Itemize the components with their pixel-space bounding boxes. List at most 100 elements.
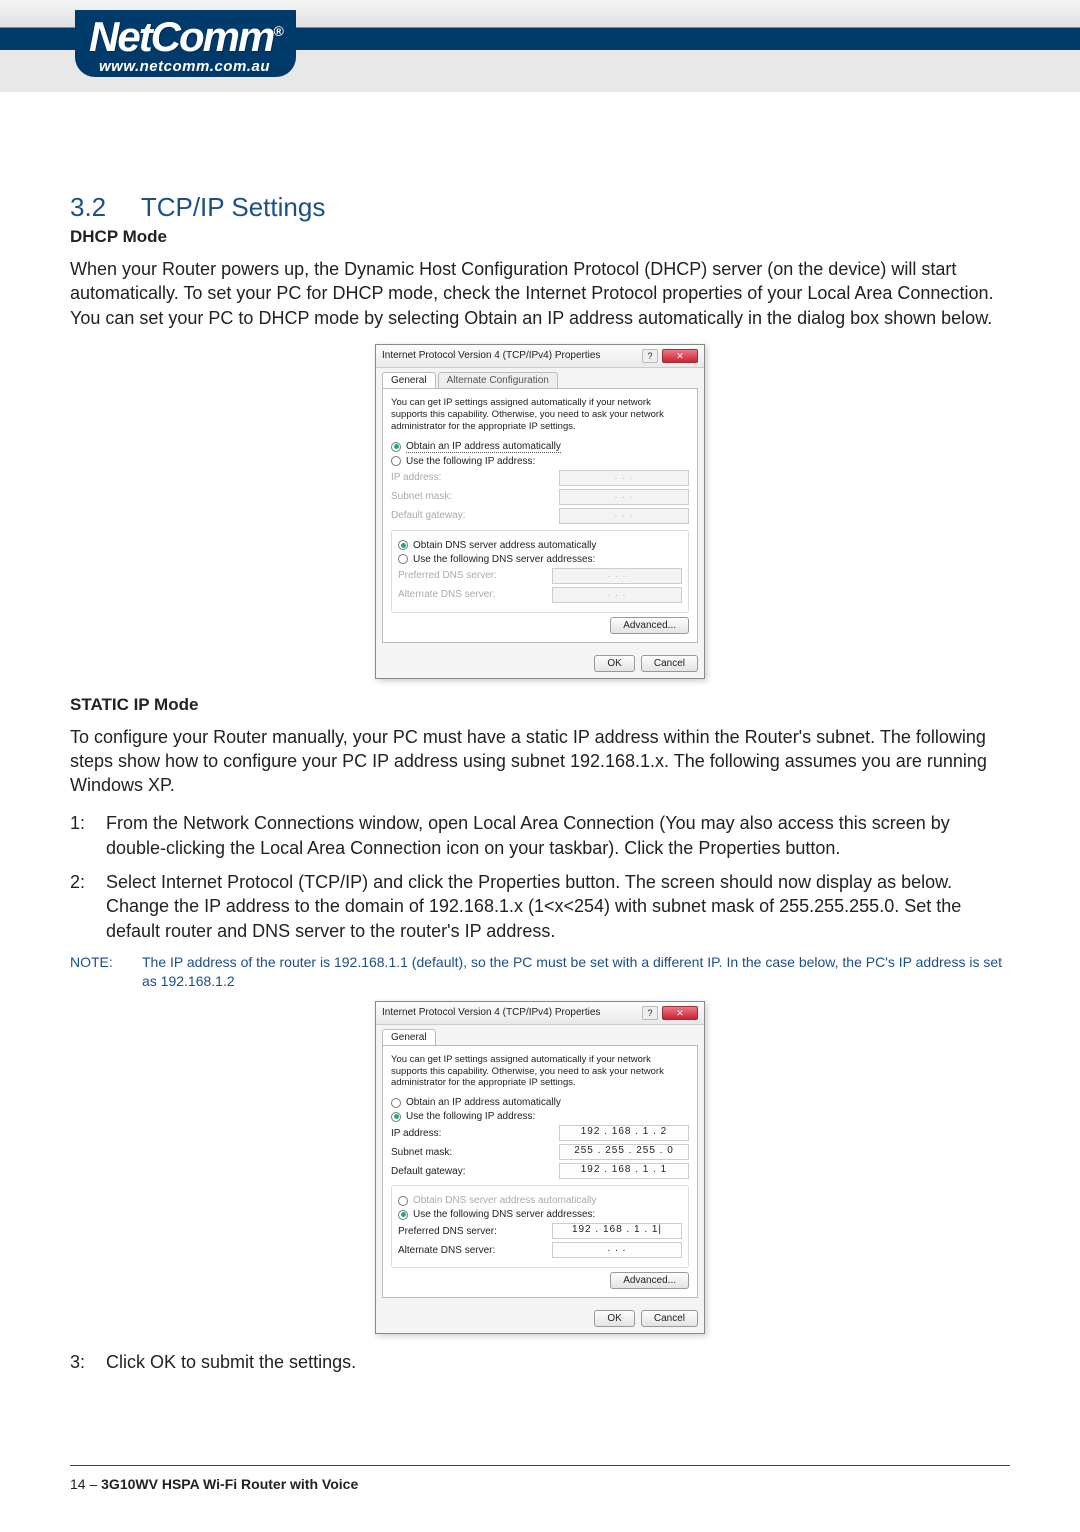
section-number: 3.2 xyxy=(70,192,106,222)
help-icon[interactable]: ? xyxy=(642,1006,658,1020)
radio-obtain-ip[interactable]: Obtain an IP address automatically xyxy=(391,441,689,453)
radio-label: Use the following DNS server addresses: xyxy=(413,1209,595,1220)
step-number: 1: xyxy=(70,811,106,860)
page-content: 3.2 TCP/IP Settings DHCP Mode When your … xyxy=(0,92,1080,1375)
note-label: NOTE: xyxy=(70,953,142,991)
registered-icon: ® xyxy=(273,23,281,39)
radio-label: Obtain DNS server address automatically xyxy=(413,1195,596,1206)
dialog-tabs: General Alternate Configuration xyxy=(376,368,704,388)
pref-dns-input[interactable]: 192 . 168 . 1 . 1| xyxy=(552,1223,682,1239)
radio-icon xyxy=(391,1098,401,1108)
dialog-buttons: OK Cancel xyxy=(376,1304,704,1333)
pref-dns-label: Preferred DNS server: xyxy=(398,1226,497,1237)
steps-list: 1: From the Network Connections window, … xyxy=(70,811,1010,942)
radio-label: Obtain an IP address automatically xyxy=(406,1097,561,1108)
tab-general[interactable]: General xyxy=(382,372,436,388)
gateway-label: Default gateway: xyxy=(391,510,466,521)
cancel-button[interactable]: Cancel xyxy=(641,655,698,672)
radio-label: Use the following IP address: xyxy=(406,456,535,467)
step-number: 2: xyxy=(70,870,106,943)
tcpip-dialog-static: Internet Protocol Version 4 (TCP/IPv4) P… xyxy=(375,1001,705,1335)
dhcp-body: When your Router powers up, the Dynamic … xyxy=(70,257,1010,330)
dialog-buttons: OK Cancel xyxy=(376,649,704,678)
dialog-titlebar: Internet Protocol Version 4 (TCP/IPv4) P… xyxy=(376,1002,704,1025)
radio-obtain-ip[interactable]: Obtain an IP address automatically xyxy=(391,1097,689,1108)
radio-label: Use the following IP address: xyxy=(406,1111,535,1122)
advanced-button[interactable]: Advanced... xyxy=(610,617,689,634)
close-icon[interactable]: ✕ xyxy=(662,349,698,363)
dialog-titlebar: Internet Protocol Version 4 (TCP/IPv4) P… xyxy=(376,345,704,368)
brand-name: NetComm® xyxy=(89,16,282,58)
radio-use-dns[interactable]: Use the following DNS server addresses: xyxy=(398,554,682,565)
radio-label: Obtain DNS server address automatically xyxy=(413,540,596,551)
step-2: 2: Select Internet Protocol (TCP/IP) and… xyxy=(70,870,1010,943)
dhcp-dialog-image: Internet Protocol Version 4 (TCP/IPv4) P… xyxy=(375,344,705,679)
tab-alternate[interactable]: Alternate Configuration xyxy=(438,372,558,388)
ok-button[interactable]: OK xyxy=(594,655,634,672)
section-title: TCP/IP Settings xyxy=(141,192,326,222)
page-header: NetComm® www.netcomm.com.au xyxy=(0,0,1080,92)
dialog-help-text: You can get IP settings assigned automat… xyxy=(391,1054,689,1090)
ok-button[interactable]: OK xyxy=(594,1310,634,1327)
radio-use-dns[interactable]: Use the following DNS server addresses: xyxy=(398,1209,682,1220)
dialog-tabs: General xyxy=(376,1025,704,1045)
dialog-body: You can get IP settings assigned automat… xyxy=(382,388,698,643)
radio-icon xyxy=(391,1112,401,1122)
steps-list-2: 3: Click OK to submit the settings. xyxy=(70,1350,1010,1374)
radio-label: Obtain an IP address automatically xyxy=(406,441,561,453)
gateway-label: Default gateway: xyxy=(391,1166,466,1177)
radio-use-ip[interactable]: Use the following IP address: xyxy=(391,1111,689,1122)
radio-icon xyxy=(398,1210,408,1220)
dialog-body: You can get IP settings assigned automat… xyxy=(382,1045,698,1299)
dhcp-heading: DHCP Mode xyxy=(70,227,1010,247)
dialog-title: Internet Protocol Version 4 (TCP/IPv4) P… xyxy=(382,350,600,361)
radio-icon xyxy=(391,442,401,452)
radio-label: Use the following DNS server addresses: xyxy=(413,554,595,565)
radio-icon xyxy=(398,554,408,564)
ip-input[interactable]: 192 . 168 . 1 . 2 xyxy=(559,1125,689,1141)
ip-label: IP address: xyxy=(391,1128,441,1139)
cancel-button[interactable]: Cancel xyxy=(641,1310,698,1327)
step-3: 3: Click OK to submit the settings. xyxy=(70,1350,1010,1374)
step-1: 1: From the Network Connections window, … xyxy=(70,811,1010,860)
tcpip-dialog-auto: Internet Protocol Version 4 (TCP/IPv4) P… xyxy=(375,344,705,679)
alt-dns-input[interactable]: . . . xyxy=(552,1242,682,1258)
note-text: The IP address of the router is 192.168.… xyxy=(142,953,1010,991)
alt-dns-label: Alternate DNS server: xyxy=(398,589,495,600)
radio-icon xyxy=(398,540,408,550)
radio-obtain-dns[interactable]: Obtain DNS server address automatically xyxy=(398,1195,682,1206)
help-icon[interactable]: ? xyxy=(642,349,658,363)
brand-text: NetComm xyxy=(89,13,273,60)
step-text: Click OK to submit the settings. xyxy=(106,1350,1010,1374)
product-name: 3G10WV HSPA Wi-Fi Router with Voice xyxy=(101,1476,358,1492)
logo: NetComm® www.netcomm.com.au xyxy=(75,10,296,77)
close-icon[interactable]: ✕ xyxy=(662,1006,698,1020)
subnet-input[interactable]: 255 . 255 . 255 . 0 xyxy=(559,1144,689,1160)
dns-group: Obtain DNS server address automatically … xyxy=(391,530,689,613)
static-dialog-image: Internet Protocol Version 4 (TCP/IPv4) P… xyxy=(375,1001,705,1335)
tab-general[interactable]: General xyxy=(382,1029,436,1045)
radio-icon xyxy=(398,1196,408,1206)
radio-obtain-dns[interactable]: Obtain DNS server address automatically xyxy=(398,540,682,551)
step-number: 3: xyxy=(70,1350,106,1374)
subnet-label: Subnet mask: xyxy=(391,1147,452,1158)
advanced-button[interactable]: Advanced... xyxy=(610,1272,689,1289)
subnet-input: . . . xyxy=(559,489,689,505)
dialog-title: Internet Protocol Version 4 (TCP/IPv4) P… xyxy=(382,1007,600,1018)
step-text: From the Network Connections window, ope… xyxy=(106,811,1010,860)
step-text: Select Internet Protocol (TCP/IP) and cl… xyxy=(106,870,1010,943)
dialog-help-text: You can get IP settings assigned automat… xyxy=(391,397,689,433)
static-heading: STATIC IP Mode xyxy=(70,695,1010,715)
alt-dns-label: Alternate DNS server: xyxy=(398,1245,495,1256)
subnet-label: Subnet mask: xyxy=(391,491,452,502)
static-body: To configure your Router manually, your … xyxy=(70,725,1010,798)
ip-label: IP address: xyxy=(391,472,441,483)
note: NOTE: The IP address of the router is 19… xyxy=(70,953,1010,991)
radio-use-ip[interactable]: Use the following IP address: xyxy=(391,456,689,467)
section-heading: 3.2 TCP/IP Settings xyxy=(70,192,1010,223)
pref-dns-input: . . . xyxy=(552,568,682,584)
gateway-input[interactable]: 192 . 168 . 1 . 1 xyxy=(559,1163,689,1179)
dns-group: Obtain DNS server address automatically … xyxy=(391,1185,689,1268)
brand-url: www.netcomm.com.au xyxy=(89,56,280,77)
gateway-input: . . . xyxy=(559,508,689,524)
